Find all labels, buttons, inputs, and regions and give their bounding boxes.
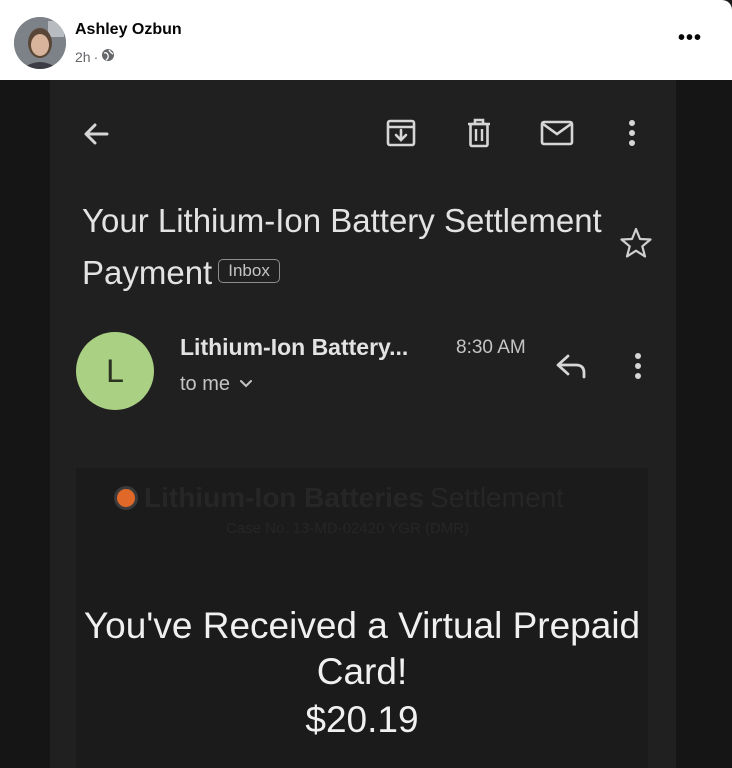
email-body: Lithium-Ion Batteries Settlement Case No…	[76, 468, 648, 768]
more-vert-icon[interactable]	[616, 112, 648, 154]
back-arrow-icon[interactable]	[76, 114, 116, 154]
recipient-label: to me	[180, 373, 231, 395]
globe-icon	[101, 48, 115, 65]
recipient-details[interactable]: to me	[180, 373, 254, 396]
email-subject: Your Lithium-Ion Battery Settlement Paym…	[82, 195, 602, 299]
sender-name[interactable]: Lithium-Ion Battery...	[180, 334, 408, 361]
more-options-button[interactable]: •••	[678, 28, 702, 48]
card-headline: You've Received a Virtual Prepaid Card!	[83, 605, 641, 692]
brand-suffix: Settlement	[430, 482, 564, 513]
screenshot-edge-left	[0, 80, 50, 768]
post-time[interactable]: 2h	[75, 49, 91, 65]
subject-text: Your Lithium-Ion Battery Settlement Paym…	[82, 202, 602, 291]
brand-name: Lithium-Ion Batteries	[144, 482, 425, 513]
received-time: 8:30 AM	[456, 337, 526, 358]
case-number: Case No. 13-MD-02420 YGR (DMR)	[226, 520, 470, 537]
mail-icon[interactable]	[534, 112, 580, 154]
card-amount: $20.19	[305, 699, 419, 740]
meta-separator: ·	[93, 48, 99, 65]
email-screen: Your Lithium-Ion Battery Settlement Paym…	[50, 80, 676, 768]
settlement-brand: Lithium-Ion Batteries Settlement	[114, 482, 564, 514]
archive-icon[interactable]	[380, 112, 422, 154]
reply-icon[interactable]	[550, 346, 592, 386]
star-icon[interactable]	[616, 223, 656, 263]
author-name[interactable]: Ashley Ozbun	[75, 21, 182, 39]
post-meta: 2h ·	[75, 48, 115, 65]
settlement-logo-icon	[114, 486, 138, 510]
post-header: Ashley Ozbun 2h · •••	[0, 0, 732, 80]
chevron-down-icon[interactable]	[238, 373, 254, 396]
shared-screenshot: Your Lithium-Ion Battery Settlement Paym…	[0, 80, 732, 768]
screenshot-edge-right	[676, 80, 732, 768]
sender-avatar[interactable]: L	[76, 332, 154, 410]
inbox-label[interactable]: Inbox	[218, 259, 280, 284]
sender-more-vert-icon[interactable]	[622, 346, 654, 386]
author-avatar[interactable]	[14, 17, 66, 69]
delete-icon[interactable]	[458, 112, 500, 154]
